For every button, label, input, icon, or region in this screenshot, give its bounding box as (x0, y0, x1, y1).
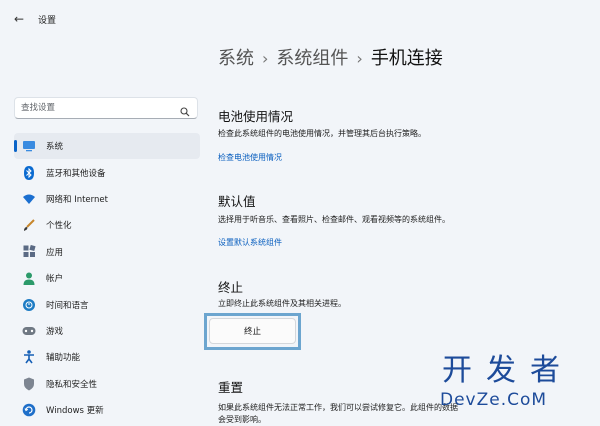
watermark-logo: 开发者 DevZe.CoM (440, 353, 596, 411)
check-battery-usage-link[interactable]: 检查电池使用情况 (218, 152, 282, 163)
breadcrumb-system-components[interactable]: 系统组件 (276, 48, 348, 69)
sidebar-item-privacy[interactable]: 隐私和安全性 (14, 371, 200, 397)
reset-section-description: 如果此系统组件无法正常工作，我们可以尝试修复它。此组件的数据 (218, 403, 458, 412)
defaults-section-description: 选择用于听音乐、查看照片、检查邮件、观看视频等的系统组件。 (218, 215, 450, 224)
set-default-components-link[interactable]: 设置默认系统组件 (218, 237, 282, 248)
update-icon (22, 403, 36, 417)
sidebar-item-label: 辅助功能 (46, 353, 81, 364)
sidebar-item-label: 游戏 (46, 326, 64, 337)
terminate-button[interactable]: 终止 (209, 318, 296, 344)
sidebar-item-label: Windows 更新 (46, 406, 104, 417)
search-box[interactable] (14, 97, 198, 119)
monitor-icon (22, 139, 36, 153)
app-title: 设置 (38, 16, 57, 26)
accessibility-icon (22, 350, 36, 364)
sidebar-item-system[interactable]: 系统 (14, 133, 200, 160)
sidebar-item-label: 时间和语言 (46, 300, 89, 311)
sidebar-nav: 系统 蓝牙和其他设备 网络和 Internet 个性化 应用 帐户 时间和语言 … (14, 133, 200, 423)
sidebar-item-network[interactable]: 网络和 Internet (14, 186, 200, 212)
sidebar-item-label: 蓝牙和其他设备 (46, 168, 106, 179)
sidebar-item-label: 帐户 (46, 274, 64, 285)
person-icon (22, 271, 36, 285)
search-input[interactable] (21, 101, 171, 115)
sidebar-item-label: 应用 (46, 247, 64, 258)
watermark-en-text: DevZe.CoM (440, 390, 548, 410)
sidebar-item-label: 网络和 Internet (46, 194, 108, 205)
breadcrumb-system[interactable]: 系统 (218, 48, 254, 69)
sidebar-item-label: 隐私和安全性 (46, 379, 98, 390)
sidebar-item-gaming[interactable]: 游戏 (14, 318, 200, 344)
battery-section-title: 电池使用情况 (218, 109, 294, 124)
apps-icon (22, 245, 36, 259)
breadcrumb-separator: › (356, 49, 363, 68)
back-arrow-icon[interactable]: ← (14, 12, 28, 26)
sidebar-item-label: 个性化 (46, 221, 72, 232)
gamepad-icon (22, 324, 36, 338)
reset-section-title: 重置 (218, 380, 244, 395)
shield-icon (22, 377, 36, 391)
terminate-section-title: 终止 (218, 280, 244, 295)
globe-clock-icon (22, 298, 36, 312)
battery-section-description: 检查此系统组件的电池使用情况，并管理其后台执行策略。 (218, 129, 426, 138)
sidebar-item-apps[interactable]: 应用 (14, 239, 200, 265)
sidebar-item-accessibility[interactable]: 辅助功能 (14, 344, 200, 370)
watermark-cn-text: 开发者 (442, 353, 574, 388)
search-icon[interactable] (180, 102, 190, 121)
brush-icon (22, 218, 36, 232)
defaults-section-title: 默认值 (218, 194, 256, 209)
terminate-section-description: 立即终止此系统组件及其相关进程。 (218, 299, 346, 308)
sidebar-item-accounts[interactable]: 帐户 (14, 265, 200, 291)
sidebar-item-label: 系统 (46, 142, 64, 153)
breadcrumb: 系统 › 系统组件 › 手机连接 (218, 44, 443, 70)
wifi-icon (22, 192, 36, 206)
bluetooth-icon (22, 165, 36, 180)
page-title: 手机连接 (370, 48, 443, 69)
sidebar-item-windows-update[interactable]: Windows 更新 (14, 397, 200, 423)
sidebar-item-time-language[interactable]: 时间和语言 (14, 291, 200, 317)
sidebar-item-personalization[interactable]: 个性化 (14, 212, 200, 238)
title-bar: ← 设置 (0, 0, 600, 40)
reset-section-description-continued: 会受到影响。 (218, 415, 266, 424)
breadcrumb-separator: › (262, 49, 269, 68)
sidebar-item-bluetooth[interactable]: 蓝牙和其他设备 (14, 159, 200, 185)
